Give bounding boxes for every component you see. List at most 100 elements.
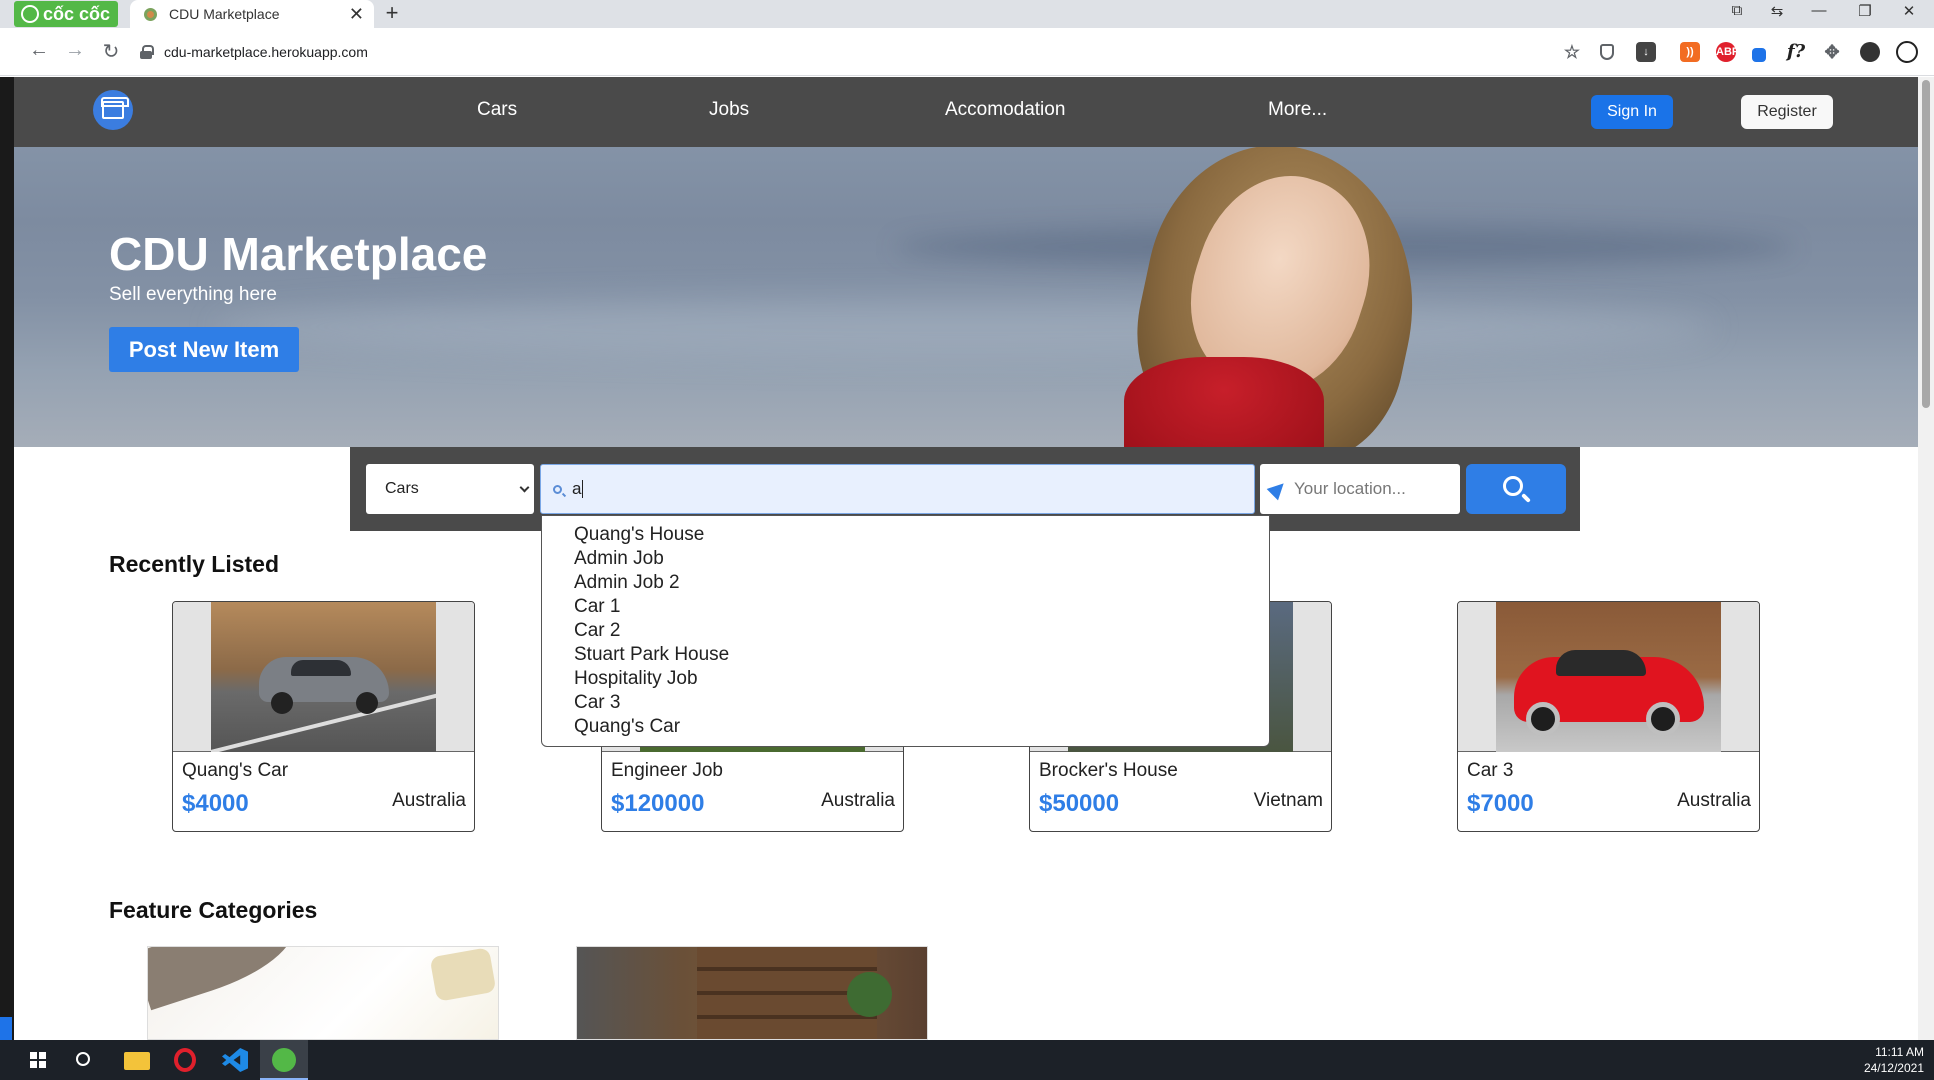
listing-price: $50000 [1039, 790, 1120, 817]
rss-icon[interactable]: )) [1680, 42, 1700, 62]
search-button[interactable] [1466, 464, 1566, 514]
restore-button[interactable]: ❐ [1850, 2, 1880, 20]
new-tab-button[interactable]: + [380, 0, 404, 26]
nav-link-jobs[interactable]: Jobs [709, 99, 749, 121]
profile-extension-icon[interactable] [1860, 42, 1880, 62]
download-icon[interactable]: ↓ [1636, 42, 1656, 62]
category-select-value: Cars [385, 480, 419, 497]
nav-link-cars[interactable]: Cars [477, 99, 517, 121]
browser-brand-label: cốc cốc [43, 3, 111, 24]
tab-close-icon[interactable]: ✕ [349, 4, 364, 25]
hero-banner: CDU Marketplace Sell everything here Pos… [14, 147, 1918, 447]
browser-tabbar: cốc cốc CDU Marketplace ✕ + ⧉ ⇆ — ❐ ✕ [0, 0, 1934, 28]
file-explorer-icon[interactable] [124, 1052, 150, 1070]
page-scrollbar[interactable] [1918, 77, 1934, 1040]
clock-time: 11:11 AM [1875, 1045, 1924, 1059]
feature-category-tile[interactable] [147, 946, 499, 1040]
system-clock[interactable]: 11:11 AM 24/12/2021 [1864, 1044, 1924, 1076]
suggestion-item[interactable]: Admin Job [574, 547, 1269, 571]
category-select[interactable]: Cars [366, 464, 534, 514]
shield-icon[interactable] [1600, 44, 1614, 60]
tab-search-icon[interactable]: ⧉ [1722, 2, 1752, 19]
coccoc-logo-icon [21, 5, 39, 23]
close-window-button[interactable]: ✕ [1894, 2, 1924, 20]
text-caret [582, 480, 584, 498]
lock-icon [140, 45, 154, 59]
site-favicon-icon [144, 7, 157, 21]
coccoc-taskbar-icon[interactable] [272, 1048, 296, 1072]
nav-link-more[interactable]: More... [1268, 99, 1327, 121]
hero-subtitle: Sell everything here [109, 284, 277, 305]
feature-category-tile[interactable] [576, 946, 928, 1040]
listing-price: $7000 [1467, 790, 1534, 817]
suggestion-item[interactable]: Quang's House [574, 523, 1269, 547]
bookmark-star-icon[interactable]: ☆ [1562, 42, 1582, 62]
listing-country: Australia [821, 790, 895, 811]
suggestion-item[interactable]: Admin Job 2 [574, 571, 1269, 595]
avatar[interactable] [1896, 41, 1918, 63]
web-page: Cars Jobs Accomodation More... Sign In R… [14, 77, 1918, 1040]
suggestion-item[interactable]: Quang's Car [574, 715, 1269, 739]
address-url: cdu-marketplace.herokuapp.com [164, 44, 368, 60]
post-new-item-button[interactable]: Post New Item [109, 327, 299, 372]
browser-tab[interactable]: CDU Marketplace ✕ [130, 0, 374, 28]
site-logo-button[interactable] [93, 90, 133, 130]
store-icon [101, 97, 129, 119]
listing-country: Australia [1677, 790, 1751, 811]
search-query: a [572, 479, 582, 498]
location-arrow-icon [1266, 477, 1290, 501]
location-input[interactable]: Your location... [1260, 464, 1460, 514]
site-navbar: Cars Jobs Accomodation More... Sign In R… [14, 77, 1918, 147]
adblock-icon[interactable]: ABP [1716, 42, 1739, 62]
listing-country: Australia [392, 790, 466, 811]
sign-in-button[interactable]: Sign In [1591, 95, 1673, 129]
search-taskbar-icon[interactable] [76, 1052, 90, 1066]
listing-image [1458, 602, 1759, 752]
suggestion-item[interactable]: Car 1 [574, 595, 1269, 619]
suggestion-item[interactable]: Car 2 [574, 619, 1269, 643]
location-placeholder: Your location... [1294, 479, 1406, 498]
chevron-down-icon [519, 482, 530, 493]
search-input[interactable]: a [540, 464, 1255, 514]
windows-taskbar: 11:11 AM 24/12/2021 [0, 1040, 1934, 1080]
hero-portrait-image [1104, 147, 1444, 447]
hero-title: CDU Marketplace [109, 228, 488, 280]
register-button[interactable]: Register [1741, 95, 1833, 129]
coccoc-menu-button[interactable]: cốc cốc [14, 1, 118, 27]
listing-name: Quang's Car [182, 760, 289, 781]
sidebar-toggle-icon[interactable]: ⇆ [1762, 2, 1792, 20]
vscode-icon[interactable] [222, 1048, 248, 1072]
listing-name: Brocker's House [1039, 760, 1178, 781]
start-button[interactable] [30, 1052, 46, 1068]
back-icon[interactable]: ← [26, 39, 52, 62]
reload-icon[interactable]: ↻ [98, 39, 124, 64]
listing-country: Vietnam [1253, 790, 1323, 811]
font-extension-icon[interactable]: f? [1786, 42, 1806, 62]
listing-name: Engineer Job [611, 760, 723, 781]
listing-image [173, 602, 474, 752]
search-field-icon [553, 484, 562, 494]
browser-toolbar: ← → ↻ cdu-marketplace.herokuapp.com ☆ ↓ … [0, 28, 1934, 76]
listing-price: $4000 [182, 790, 249, 817]
listing-price: $120000 [611, 790, 705, 817]
minimize-button[interactable]: — [1804, 2, 1834, 19]
search-icon [1503, 476, 1523, 496]
recently-listed-heading: Recently Listed [109, 551, 279, 577]
autocomplete-dropdown: Quang's House Admin Job Admin Job 2 Car … [541, 515, 1270, 747]
feature-categories-heading: Feature Categories [109, 897, 318, 923]
opera-icon[interactable] [174, 1048, 196, 1072]
clock-date: 24/12/2021 [1863, 1061, 1924, 1075]
nav-link-accomodation[interactable]: Accomodation [945, 99, 1065, 121]
tab-title: CDU Marketplace [169, 6, 280, 22]
address-bar[interactable]: cdu-marketplace.herokuapp.com [140, 36, 1600, 68]
suggestion-item[interactable]: Car 3 [574, 691, 1269, 715]
extensions-icon[interactable]: ✥ [1822, 42, 1842, 62]
forward-icon[interactable]: → [62, 39, 88, 62]
suggestion-item[interactable]: Hospitality Job [574, 667, 1269, 691]
listing-card[interactable]: Quang's Car $4000 Australia [172, 601, 475, 832]
left-edge-strip [0, 77, 14, 1040]
translate-icon[interactable] [1752, 48, 1766, 62]
listing-name: Car 3 [1467, 760, 1514, 781]
listing-card[interactable]: Car 3 $7000 Australia [1457, 601, 1760, 832]
suggestion-item[interactable]: Stuart Park House [574, 643, 1269, 667]
